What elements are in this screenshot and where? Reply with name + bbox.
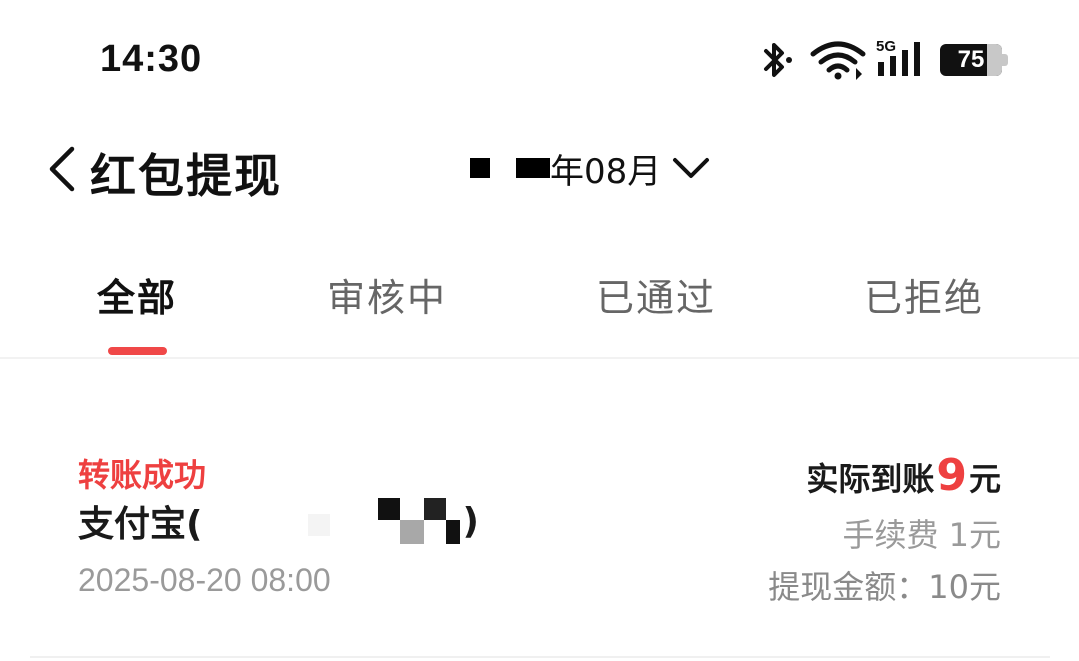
account-prefix: 支付宝( [78,504,203,545]
record-time: 2025-08-20 08:00 [78,562,331,598]
withdrawal-screen: 14:30 5G 75 红包提现 年08月 全部 审核中 已通过 已拒绝 转账成… [0,0,1079,661]
tab-all[interactable]: 全部 [97,267,177,322]
tab-rejected[interactable]: 已拒绝 [864,267,984,322]
tab-approved[interactable]: 已通过 [596,267,716,322]
filter-tabs: 全部 审核中 已通过 已拒绝 [0,255,1079,355]
tabs-divider [0,357,1079,359]
record-account: 支付宝( ) [78,498,479,545]
back-button[interactable] [40,144,84,194]
bluetooth-icon [764,43,792,77]
account-suffix: ) [462,500,479,542]
list-item[interactable]: 转账成功 支付宝( ) 2025-08-20 08:00 实际到账 9 元 手续… [0,440,1079,650]
redacted-year [470,158,490,178]
tab-reviewing[interactable]: 审核中 [327,267,447,322]
active-tab-indicator [108,347,167,355]
record-fee: 手续费 1元 [842,516,1001,554]
actual-unit: 元 [968,460,1001,498]
list-divider [30,656,1050,658]
battery-icon: 75 [940,44,1008,76]
redacted-account [202,498,462,544]
record-status: 转账成功 [78,456,207,494]
chevron-down-icon [671,154,711,182]
status-bar: 14:30 5G 75 [0,0,1079,120]
actual-amount-value: 9 [936,450,967,501]
wifi-icon [810,41,866,80]
cellular-signal-icon: 5G [876,38,928,78]
app-header: 红包提现 年08月 [0,128,1079,208]
record-total: 提现金额：10元 [768,568,1001,606]
redacted-year [516,158,550,178]
actual-label: 实际到账 [806,460,935,498]
status-time: 14:30 [100,38,203,80]
back-arrow-icon [49,146,75,192]
month-label: 年08月 [550,151,662,192]
battery-level: 75 [957,46,985,73]
month-picker[interactable]: 年08月 [470,142,711,194]
record-actual-amount: 实际到账 9 元 [806,450,1001,501]
page-title: 红包提现 [90,149,282,203]
